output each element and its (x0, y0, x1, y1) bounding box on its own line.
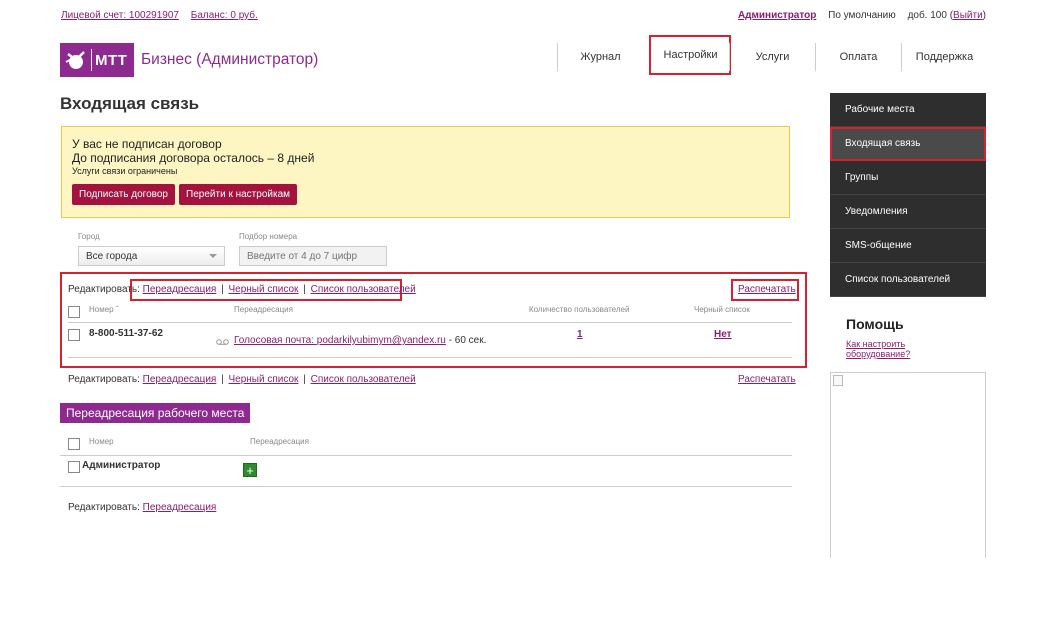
nav-settings[interactable]: Настройки (649, 35, 731, 75)
go-to-settings-button[interactable]: Перейти к настройкам (179, 184, 298, 205)
logo-egg-icon (64, 48, 88, 72)
row-checkbox[interactable] (68, 329, 80, 341)
sign-contract-button[interactable]: Подписать договор (72, 184, 175, 205)
logout-link[interactable]: Выйти (953, 10, 983, 21)
edit-blacklist-link[interactable]: Черный список (229, 284, 299, 295)
edit-label: Редактировать: (68, 374, 140, 385)
select-all-checkbox[interactable] (68, 306, 80, 318)
row-number: 8-800-511-37-62 (89, 328, 163, 339)
add-forwarding-button[interactable]: + (243, 463, 257, 477)
edit-label: Редактировать: (68, 502, 140, 513)
sidebar-item-incoming[interactable]: Входящая связь (830, 127, 986, 161)
col-blacklist-header: Черный список (694, 305, 750, 314)
sidebar-item-groups[interactable]: Группы (830, 161, 986, 195)
col-number-header[interactable]: Номер ˆ (89, 305, 119, 314)
sidebar-item-sms[interactable]: SMS-общение (830, 229, 986, 263)
row-forwarding: Голосовая почта: podarkilyubimym@yandex.… (216, 335, 486, 346)
workplace-section-title: Переадресация рабочего места (60, 403, 251, 423)
city-select-value: Все города (86, 251, 138, 262)
divider (60, 455, 792, 456)
workplace-edit-forwarding-link[interactable]: Переадресация (143, 502, 217, 513)
balance-link[interactable]: Баланс: 0 руб. (191, 10, 258, 21)
edit-forwarding-link[interactable]: Переадресация (143, 284, 217, 295)
edit-forwarding-link[interactable]: Переадресация (143, 374, 217, 385)
workplace-select-all-checkbox[interactable] (68, 438, 80, 450)
chevron-down-icon (209, 254, 217, 258)
edit-users-link[interactable]: Список пользователей (311, 374, 416, 385)
row-users-count[interactable]: 1 (577, 329, 583, 340)
default-label: По умолчанию (828, 10, 896, 21)
divider (60, 486, 792, 487)
workplace-edit-bar: Редактировать: Переадресация (68, 502, 216, 513)
workplace-row-name: Администратор (82, 460, 161, 471)
edit-users-link[interactable]: Список пользователей (311, 284, 416, 295)
print-link[interactable]: Распечатать (738, 374, 796, 385)
help-setup-link[interactable]: Как настроить оборудование? (846, 339, 936, 359)
workplace-row-checkbox[interactable] (68, 461, 80, 473)
workplace-col-forwarding: Переадресация (250, 437, 309, 446)
contract-notice: У вас не подписан договор До подписания … (61, 126, 790, 218)
notice-line-1: У вас не подписан договор (72, 137, 222, 151)
main-nav: Журнал Настройки Услуги Оплата Поддержка (557, 35, 987, 75)
logo-badge: МТТ (60, 43, 134, 77)
sidebar-item-notifications[interactable]: Уведомления (830, 195, 986, 229)
nav-services[interactable]: Услуги (729, 43, 815, 71)
account-link[interactable]: Лицевой счет: 100291907 (61, 10, 179, 21)
divider (68, 322, 792, 323)
voicemail-icon (216, 337, 229, 346)
edit-blacklist-link[interactable]: Черный список (229, 374, 299, 385)
extension-label: доб. 100 (Выйти) (907, 10, 986, 21)
nav-payment[interactable]: Оплата (815, 43, 901, 71)
sidebar-item-workplaces[interactable]: Рабочие места (830, 93, 986, 127)
notice-line-3: Услуги связи ограничены (72, 166, 178, 176)
number-search-input[interactable] (239, 246, 387, 266)
col-forwarding-header: Переадресация (234, 305, 293, 314)
nav-support[interactable]: Поддержка (901, 43, 987, 71)
logo-title: Бизнес (Администратор) (141, 51, 319, 68)
logo-brand: МТТ (95, 51, 128, 69)
print-link[interactable]: Распечатать (738, 284, 796, 295)
account-bar: Лицевой счет: 100291907 Баланс: 0 руб. (61, 10, 267, 21)
settings-sidebar: Рабочие места Входящая связь Группы Увед… (830, 93, 986, 297)
user-bar: Администратор По умолчанию доб. 100 (Вый… (738, 10, 986, 21)
edit-label: Редактировать: (68, 284, 140, 295)
help-title: Помощь (846, 316, 904, 332)
divider (68, 357, 792, 358)
col-users-header: Количество пользователей (529, 305, 630, 314)
workplace-col-number: Номер (89, 437, 114, 446)
sidebar-item-users[interactable]: Список пользователей (830, 263, 986, 297)
nav-journal[interactable]: Журнал (557, 43, 643, 71)
broken-image-icon (833, 375, 843, 386)
city-select[interactable]: Все города (78, 246, 225, 266)
number-label: Подбор номера (239, 232, 298, 241)
row-blacklist[interactable]: Нет (714, 329, 732, 340)
admin-link[interactable]: Администратор (738, 10, 816, 21)
notice-line-2: До подписания договора осталось – 8 дней (72, 151, 315, 165)
edit-bar-bottom: Редактировать: Переадресация | Черный сп… (68, 374, 416, 385)
city-label: Город (78, 232, 100, 241)
sort-asc-icon: ˆ (115, 305, 119, 314)
logo[interactable]: МТТ Бизнес (Администратор) (60, 43, 318, 77)
voicemail-link[interactable]: Голосовая почта: podarkilyubimym@yandex.… (234, 335, 446, 346)
edit-bar-top: Редактировать: Переадресация | Черный сп… (68, 284, 416, 295)
promo-image[interactable] (830, 372, 986, 558)
page-title: Входящая связь (60, 94, 200, 113)
